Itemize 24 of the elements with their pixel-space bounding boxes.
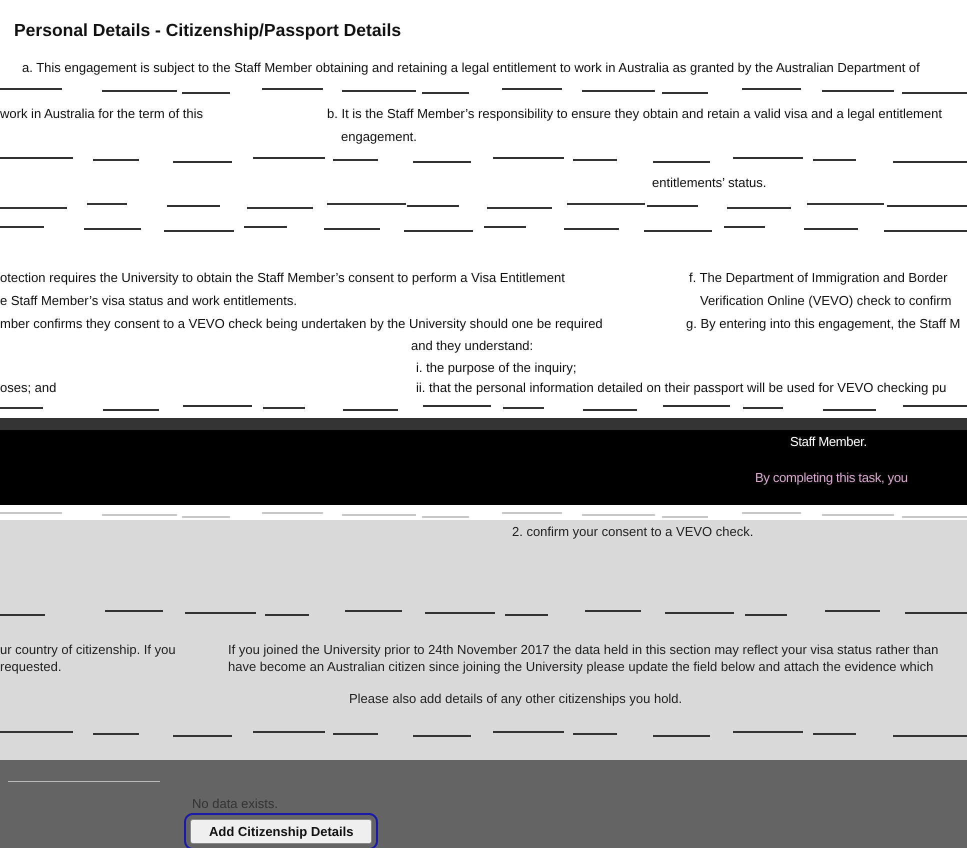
paragraph-text: 2. confirm your consent to a VEVO check. xyxy=(512,523,754,541)
paragraph-text: and they understand: xyxy=(411,337,534,355)
paragraph-text: mber confirms they consent to a VEVO check being undertaken by the University should one be required xyxy=(0,315,604,333)
paragraph-text: g. By entering into this engagement, the Staff M xyxy=(686,315,960,333)
paragraph-text: oses; and xyxy=(0,379,58,397)
paragraph-text: e Staff Member’s visa status and work entitlements. xyxy=(0,292,298,310)
paragraph-text: have become an Australian citizen since joining the University please update the field below and attach the evidence which xyxy=(228,658,934,676)
paragraph-text: entitlements’ status. xyxy=(652,174,766,192)
paragraph-text: requested. xyxy=(0,658,62,676)
paragraph-text: a. This engagement is subject to the Staff Member obtaining and retaining a legal entitlement to work in Australia as granted by the Australian Department of xyxy=(22,59,920,77)
paragraph-text: Staff Member. xyxy=(790,433,867,451)
paragraph-text: work in Australia for the term of this xyxy=(0,105,204,123)
page-title: Personal Details - Citizenship/Passport Details xyxy=(13,18,402,42)
paragraph-text: ur country of citizenship. If you xyxy=(0,641,177,659)
paragraph-text: If you joined the University prior to 24th November 2017 the data held in this section may reflect your visa status rather than xyxy=(228,641,938,659)
paragraph-text: f. The Department of Immigration and Border xyxy=(689,269,948,287)
paragraph-text: Please also add details of any other citizenships you hold. xyxy=(349,690,682,708)
paragraph-text: ii. that the personal information detailed on their passport will be used for VEVO checking pu xyxy=(416,379,946,397)
paragraph-text: b. It is the Staff Member’s responsibility to ensure they obtain and retain a valid visa and a legal entitlement xyxy=(327,105,942,123)
paragraph-text: i. the purpose of the inquiry; xyxy=(416,359,576,377)
paragraph-text: otection requires the University to obtain the Staff Member’s consent to perform a Visa Entitlement xyxy=(0,269,566,287)
paragraph-text: By completing this task, you xyxy=(755,469,908,487)
paragraph-text: engagement. xyxy=(341,128,417,146)
paragraph-text: Verification Online (VEVO) check to confirm xyxy=(700,292,952,310)
